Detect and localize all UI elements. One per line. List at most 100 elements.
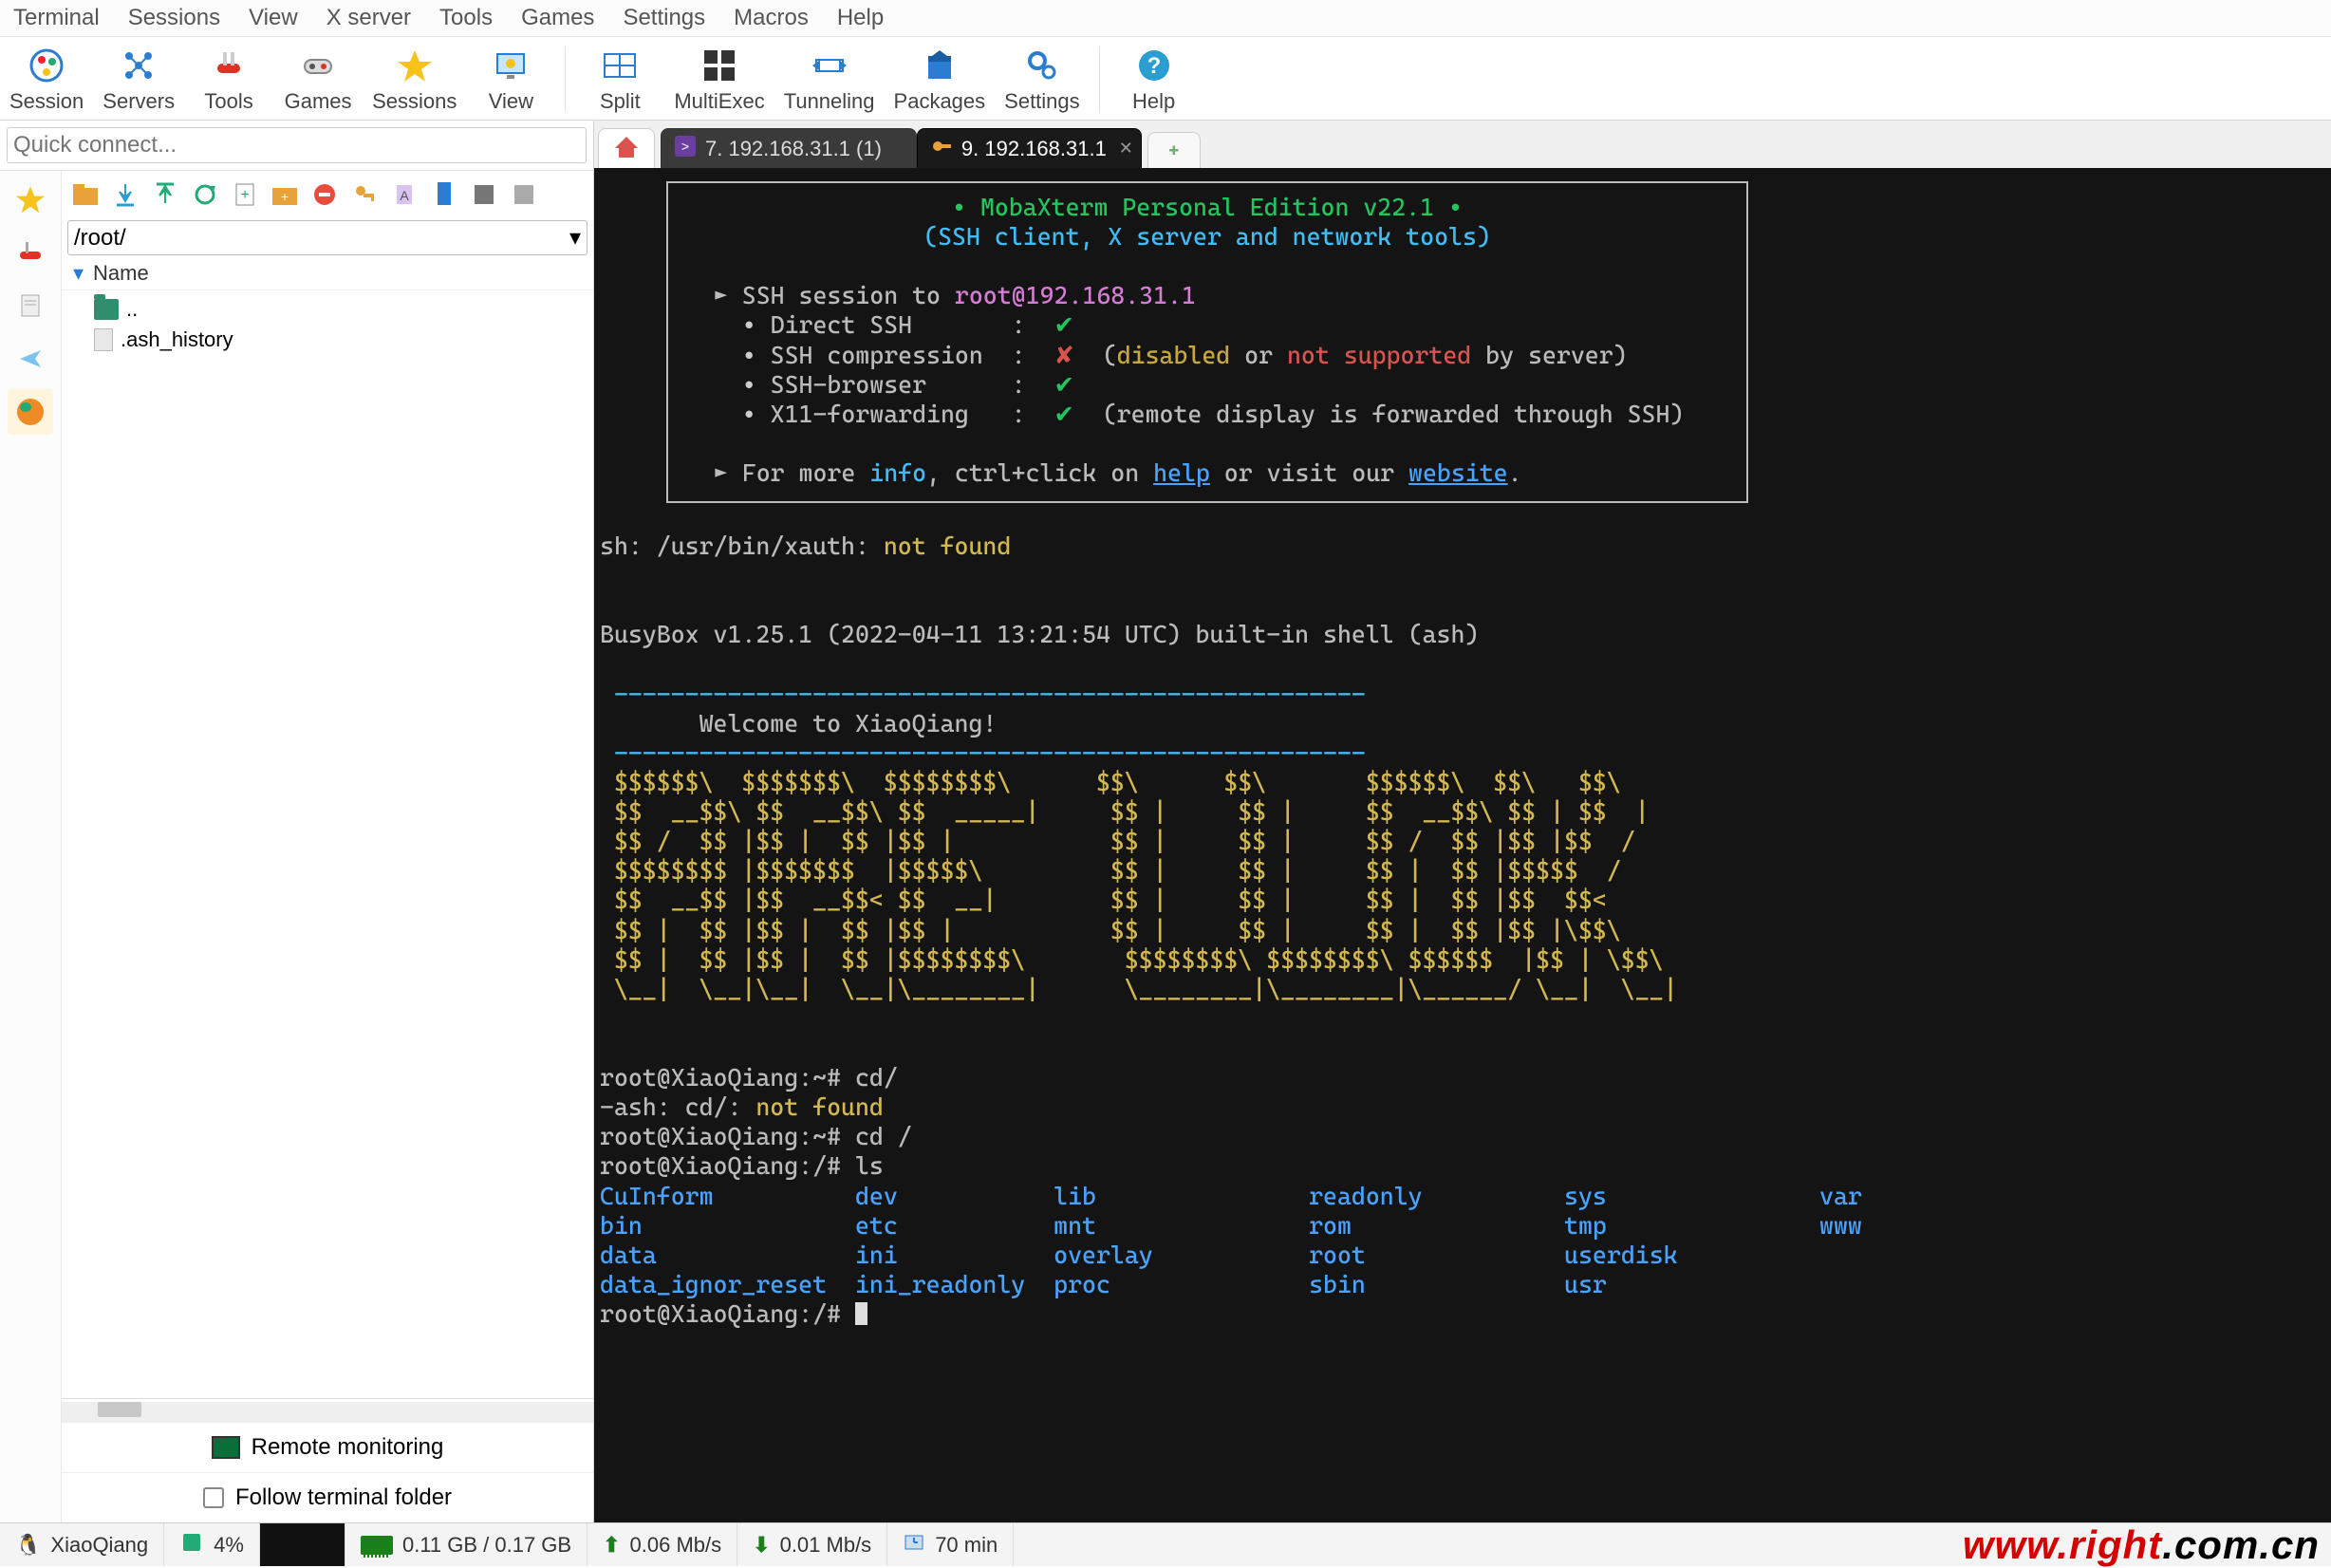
list-item[interactable]: .ash_history [65,325,589,355]
more-prefix: ► For more [714,458,869,487]
session-tab-bar: > 7. 192.168.31.1 (1) 9. 192.168.31.1 ✕ … [594,121,2331,168]
split-icon [599,45,641,86]
toolbar-split[interactable]: Split [579,43,661,116]
sftp-new-folder-button[interactable] [65,175,105,215]
x11-extra: (remote display is forwarded through SSH… [1074,400,1684,428]
divider2: ----------------------------------------… [600,738,1366,767]
sftp-view-button[interactable] [464,175,504,215]
menu-sessions[interactable]: Sessions [124,3,224,33]
wm-a: www.right [1963,1522,2162,1567]
multi-icon [699,45,740,86]
item-label: .. [126,297,138,322]
terminal-output[interactable]: • MobaXterm Personal Edition v22.1 • (SS… [594,168,2331,1522]
toolbar-tools[interactable]: Tools [188,43,270,116]
svg-text:?: ? [1147,53,1161,79]
monitor-icon [490,45,531,86]
ascii-art-6: $$ | $$ |$$ | $$ |$$$$$$$$\ $$$$$$$$\ $$… [600,945,1664,974]
plus-icon: ✚ [1168,143,1179,159]
new-tab-button[interactable]: ✚ [1147,132,1201,168]
welcome-line: Welcome to XiaoQiang! [600,709,997,737]
home-icon [613,135,640,162]
vtab-sftp[interactable] [8,389,53,435]
sftp-hscrollbar[interactable] [62,1402,593,1423]
menu-xserver[interactable]: X server [323,3,415,33]
tree-collapse-icon: ▾ [73,261,84,286]
vtab-macros[interactable] [8,283,53,328]
item-label: .ash_history [121,327,233,352]
toolbar-help[interactable]: ? Help [1113,43,1195,116]
menu-macros[interactable]: Macros [730,3,812,33]
sftp-delete-button[interactable] [305,175,345,215]
key-icon [931,136,952,162]
menu-games[interactable]: Games [517,3,598,33]
help-link[interactable]: help [1153,458,1210,487]
menu-tools[interactable]: Tools [436,3,496,33]
menu-view[interactable]: View [245,3,302,33]
vtab-tools[interactable] [8,230,53,275]
check-icon: ✔ [1054,310,1073,339]
toolbar-tunneling[interactable]: Tunneling [778,43,881,116]
menu-settings[interactable]: Settings [619,3,709,33]
txt: ( [1074,341,1117,369]
toolbar-split-label: Split [600,89,641,114]
vtab-sessions[interactable] [8,177,53,222]
sftp-upload-button[interactable] [145,175,185,215]
sftp-col-name: Name [93,261,149,286]
folder-icon [94,299,119,320]
list-item[interactable]: .. [65,294,589,325]
toolbar-tunneling-label: Tunneling [784,89,875,114]
sftp-rename-button[interactable]: A [384,175,424,215]
toolbar-view[interactable]: View [470,43,551,116]
sftp-download-button[interactable] [105,175,145,215]
sidebar-vertical-tabs [0,171,62,1522]
vtab-send[interactable] [8,336,53,382]
prompt-2: root@XiaoQiang:~# cd / [600,1122,912,1150]
toolbar-servers-label: Servers [103,89,175,114]
menu-terminal[interactable]: Terminal [9,3,103,33]
toolbar-packages[interactable]: Packages [888,43,992,116]
wm-b: .com.cn [2162,1522,2320,1567]
toolbar-games[interactable]: Games [277,43,359,116]
status-up-text: 0.06 Mb/s [630,1533,722,1558]
remote-monitoring-button[interactable]: Remote monitoring [62,1423,593,1473]
ascii-art-4: $$ __$$ |$$ __$$< $$ __| $$ | $$ | $$ | … [600,886,1607,914]
toolbar-settings-label: Settings [1004,89,1080,114]
monitor-green-icon [212,1436,240,1459]
toolbar-settings[interactable]: Settings [998,43,1086,116]
sftp-column-header[interactable]: ▾ Name [62,257,593,290]
more-info: info [869,458,926,487]
toolbar-session[interactable]: Session [4,43,89,116]
tab-session-7[interactable]: > 7. 192.168.31.1 (1) [661,128,917,168]
toolbar-multiexec[interactable]: MultiExec [668,43,770,116]
ls-output: CuInform dev lib readonly sys var bin et… [600,1182,1905,1298]
tab-close-button[interactable]: ✕ [1119,139,1133,159]
txt: . [1508,458,1522,487]
toolbar-sessions[interactable]: Sessions [366,43,462,116]
star-icon [394,45,436,86]
toolbar-help-label: Help [1132,89,1175,114]
toolbar-servers[interactable]: Servers [97,43,180,116]
sftp-bookmark-button[interactable] [424,175,464,215]
status-bar: 🐧 XiaoQiang 4% 0.11 GB / 0.17 GB ⬆ 0.06 … [0,1522,2331,1566]
bullet-x11: X11-forwarding : [771,400,1054,428]
sftp-terminal-button[interactable] [504,175,544,215]
sftp-newdir-button[interactable]: + [265,175,305,215]
package-icon [919,45,960,86]
chevron-down-icon: ▾ [569,224,581,252]
sftp-permissions-button[interactable] [345,175,384,215]
website-link[interactable]: website [1408,458,1508,487]
status-up: ⬆ 0.06 Mb/s [587,1523,737,1566]
tab-label: 7. 192.168.31.1 (1) [705,137,882,161]
tab-session-9[interactable]: 9. 192.168.31.1 ✕ [917,128,1142,168]
menu-help[interactable]: Help [833,3,887,33]
sftp-refresh-button[interactable] [185,175,225,215]
sftp-newfile-button[interactable]: + [225,175,265,215]
sftp-path-combo[interactable]: /root/ ▾ [67,220,587,255]
quick-connect-input[interactable] [7,127,587,163]
upload-icon: ⬆ [603,1533,620,1558]
home-tab[interactable] [598,128,655,168]
follow-terminal-checkbox[interactable]: Follow terminal folder [62,1473,593,1522]
status-cpu-text: 4% [214,1533,244,1558]
check-icon: ✔ [1054,400,1073,428]
status-mem: 0.11 GB / 0.17 GB [345,1523,587,1566]
